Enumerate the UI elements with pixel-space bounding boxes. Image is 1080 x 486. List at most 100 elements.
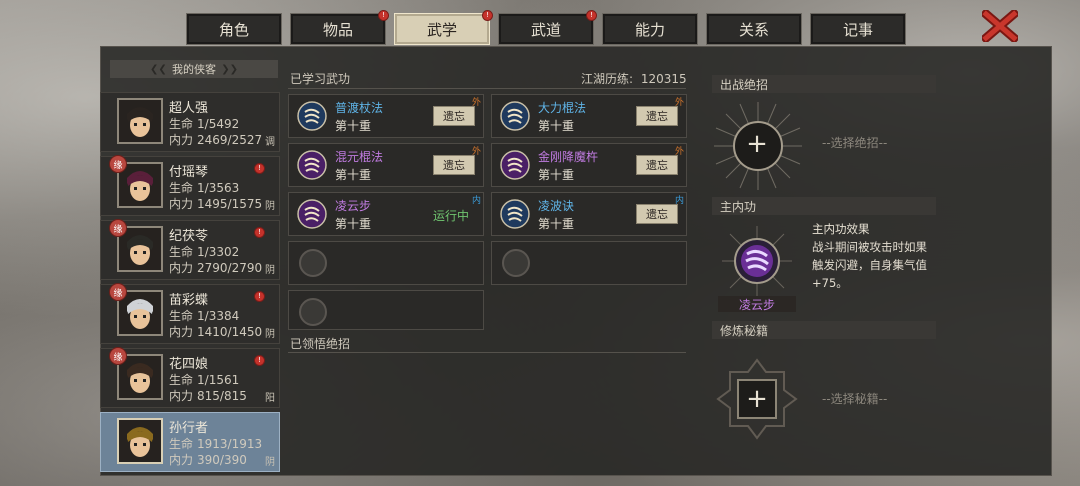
hp-label: 生命 <box>169 309 194 323</box>
hero-hp: 生命 1/3384 <box>169 307 239 324</box>
hero-tag: 阴 <box>265 329 275 340</box>
tab-1[interactable]: 物品! <box>290 10 389 45</box>
empty-skill-slot[interactable] <box>288 290 484 330</box>
skill-icon <box>297 101 327 131</box>
skill-name: 普渡杖法 <box>335 101 384 115</box>
manual-hint: --选择秘籍-- <box>822 392 888 406</box>
notification-dot-icon: ! <box>254 355 265 366</box>
inner-skill-header: 主内功 <box>712 197 936 215</box>
hero-card[interactable]: 苗彩蝶 生命 1/3384 内力 1410/1450 阴 缘! <box>100 283 280 344</box>
notification-dot-icon: ! <box>254 291 265 302</box>
hero-portrait-icon <box>119 420 161 462</box>
hero-card[interactable]: 纪茯苓 生命 1/3302 内力 2790/2790 阴 缘! <box>100 219 280 280</box>
skill-icon <box>500 101 530 131</box>
hero-tag: 阴 <box>265 201 275 212</box>
close-x-icon <box>979 7 1021 45</box>
hero-card[interactable]: 孙行者 生命 1913/1913 内力 390/390 阴 <box>100 412 280 472</box>
add-manual-button[interactable]: + <box>737 379 777 419</box>
hero-card[interactable]: 花四娘 生命 1/1561 内力 815/815 阳 缘! <box>100 347 280 408</box>
mp-label: 内力 <box>169 453 194 467</box>
hero-card[interactable]: 超人强 生命 1/5492 内力 2469/2527 调 <box>100 92 280 152</box>
hero-tag: 阳 <box>265 393 275 404</box>
hero-list-title: 我的侠客 <box>172 63 216 76</box>
skill-name: 金刚降魔杵 <box>538 150 599 164</box>
notification-dot-icon: ! <box>482 10 493 21</box>
hero-name: 付瑶琴 <box>169 165 209 180</box>
learned-skills-title: 已学习武功 <box>290 72 351 86</box>
hero-mp: 内力 2469/2527 <box>169 131 262 148</box>
inner-effect-line: 战斗期间被攻击时如果 <box>812 240 927 254</box>
skill-level: 第十重 <box>538 217 575 231</box>
forget-button[interactable]: 遗忘 <box>636 106 678 126</box>
inner-effect-text: 战斗期间被攻击时如果 触发闪避，自身集气值 +75。 <box>812 238 927 292</box>
hero-mp: 内力 2790/2790 <box>169 259 262 276</box>
ultimate-title: 出战绝招 <box>720 77 769 92</box>
inner-skill-title: 主内功 <box>720 199 757 214</box>
tab-5[interactable]: 关系 <box>706 13 802 45</box>
hero-portrait <box>117 418 163 464</box>
hp-label: 生命 <box>169 117 194 131</box>
tab-label: 记事 <box>842 20 873 39</box>
mp-value: 1495/1575 <box>197 197 263 211</box>
notification-dot-icon: ! <box>254 163 265 174</box>
add-ultimate-button[interactable]: + <box>737 124 777 164</box>
forget-button[interactable]: 遗忘 <box>433 106 475 126</box>
hp-label: 生命 <box>169 245 194 259</box>
skill-icon <box>500 199 530 229</box>
hero-portrait-icon <box>119 228 161 270</box>
hero-portrait <box>117 98 163 144</box>
forget-button[interactable]: 遗忘 <box>636 155 678 175</box>
skill-slot[interactable]: 凌云步 第十重 内 运行中 <box>288 192 484 236</box>
hero-name: 花四娘 <box>169 357 209 372</box>
fate-badge: 缘 <box>109 155 127 173</box>
hero-hp: 生命 1/3563 <box>169 179 239 196</box>
mp-label: 内力 <box>169 389 194 403</box>
skill-slot[interactable]: 混元棍法 第十重 外 遗忘 <box>288 143 484 187</box>
skill-slot[interactable]: 普渡杖法 第十重 外 遗忘 <box>288 94 484 138</box>
manual-title: 修炼秘籍 <box>720 323 769 338</box>
empty-skill-slot[interactable] <box>288 241 484 285</box>
skill-icon <box>297 199 327 229</box>
inner-effect-line: +75。 <box>812 276 848 290</box>
hero-hp: 生命 1913/1913 <box>169 435 262 452</box>
hero-list-header: ❮❮ 我的侠客 ❯❯ <box>110 60 278 78</box>
notification-dot-icon: ! <box>378 10 389 21</box>
empty-skill-slot[interactable] <box>491 241 687 285</box>
mp-label: 内力 <box>169 133 194 147</box>
forget-button[interactable]: 遗忘 <box>636 204 678 224</box>
right-arrow-icon: ❯❯ <box>221 63 238 75</box>
tab-6[interactable]: 记事 <box>810 13 906 45</box>
exp-value: 120315 <box>640 72 687 86</box>
hero-portrait-icon <box>119 100 161 142</box>
tab-label: 能力 <box>634 20 665 39</box>
tab-label: 武道 <box>530 20 561 39</box>
skill-level: 第十重 <box>335 119 372 133</box>
mp-value: 1410/1450 <box>197 325 263 339</box>
skill-name: 大力棍法 <box>538 101 587 115</box>
skill-slot[interactable]: 金刚降魔杵 第十重 外 遗忘 <box>491 143 687 187</box>
inner-skill-frame-icon[interactable] <box>718 226 796 296</box>
hero-card[interactable]: 付瑶琴 生命 1/3563 内力 1495/1575 阴 缘! <box>100 155 280 216</box>
tab-0[interactable]: 角色 <box>186 13 282 45</box>
tab-2[interactable]: 武学! <box>394 10 493 45</box>
hp-label: 生命 <box>169 373 194 387</box>
skill-icon <box>500 150 530 180</box>
skill-name: 凌波诀 <box>538 199 575 213</box>
exp-label: 江湖历练: <box>581 72 634 86</box>
empty-slot-circle-icon <box>299 298 327 326</box>
skill-slot[interactable]: 凌波诀 第十重 内 遗忘 <box>491 192 687 236</box>
close-button[interactable] <box>979 7 1021 45</box>
tab-label: 关系 <box>738 20 769 39</box>
tab-3[interactable]: 武道! <box>498 10 597 45</box>
forget-button[interactable]: 遗忘 <box>433 155 475 175</box>
jianghu-exp: 江湖历练: 120315 <box>581 70 687 87</box>
mp-label: 内力 <box>169 261 194 275</box>
tab-4[interactable]: 能力 <box>602 13 698 45</box>
hero-tag: 阴 <box>265 265 275 276</box>
skill-slot[interactable]: 大力棍法 第十重 外 遗忘 <box>491 94 687 138</box>
manual-header: 修炼秘籍 <box>712 321 936 339</box>
ultimate-header: 出战绝招 <box>712 75 936 93</box>
notification-dot-icon: ! <box>254 227 265 238</box>
skill-icon <box>297 150 327 180</box>
tab-label: 武学 <box>426 20 457 39</box>
